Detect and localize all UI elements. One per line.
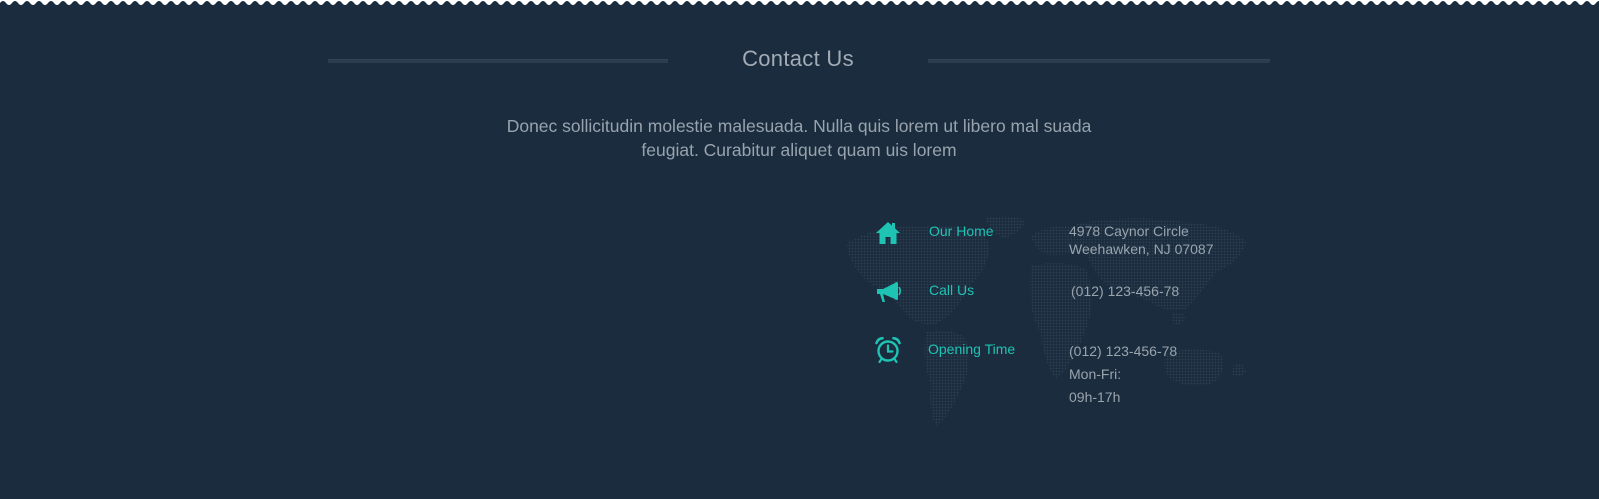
section-heading: Contact Us bbox=[328, 44, 1270, 80]
address-line: Weehawken, NJ 07087 bbox=[1069, 241, 1214, 257]
alarm-clock-icon bbox=[875, 336, 901, 364]
intro-line: feugiat. Curabitur aliquet quam uis lore… bbox=[641, 140, 957, 160]
hours-days: Mon-Fri: bbox=[1069, 366, 1122, 382]
page-title: Contact Us bbox=[742, 46, 854, 71]
megaphone-icon bbox=[877, 282, 902, 302]
heading-divider-left bbox=[328, 59, 668, 63]
contact-value: (012) 123-456-78 Mon-Fri: 09h-17h bbox=[1069, 340, 1177, 409]
heading-divider-right bbox=[928, 59, 1270, 63]
intro-text: Donec sollicitudin molestie malesuada. N… bbox=[420, 114, 1178, 162]
intro-line: Donec sollicitudin molestie malesuada. N… bbox=[506, 116, 1092, 136]
phone-line: (012) 123-456-78 bbox=[1069, 343, 1178, 359]
contact-label: Call Us bbox=[929, 282, 975, 298]
address-line: 4978 Caynor Circle bbox=[1069, 223, 1189, 239]
contact-value: (012) 123-456-78 bbox=[1071, 283, 1180, 299]
hours-time: 09h-17h bbox=[1069, 389, 1121, 405]
home-icon bbox=[876, 222, 900, 244]
contact-label: Opening Time bbox=[928, 341, 1016, 357]
contact-info-list: Our Home 4978 Caynor Circle Weehawken, N… bbox=[860, 220, 1260, 420]
contact-value: 4978 Caynor Circle Weehawken, NJ 07087 bbox=[1069, 222, 1214, 258]
wave-border bbox=[0, 0, 1599, 8]
contact-label: Our Home bbox=[929, 223, 994, 239]
